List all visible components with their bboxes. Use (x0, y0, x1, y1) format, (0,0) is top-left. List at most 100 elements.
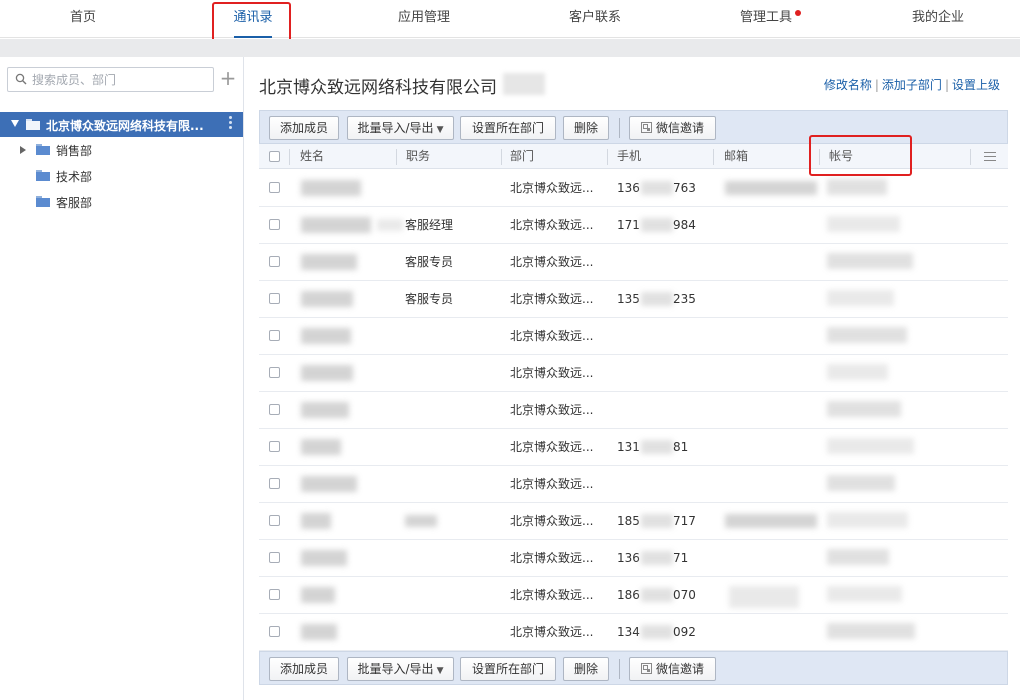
caret-down-icon[interactable] (11, 120, 19, 127)
redacted-name (301, 624, 337, 640)
redacted-name (301, 550, 347, 566)
nav-app-management-label: 应用管理 (397, 10, 450, 25)
row-checkbox[interactable] (269, 552, 280, 563)
row-checkbox[interactable] (269, 293, 280, 304)
set-department-label: 设置所在部门 (471, 121, 544, 135)
column-header-position[interactable]: 职务 (406, 144, 430, 169)
redacted-mobile (641, 218, 673, 232)
row-checkbox[interactable] (269, 478, 280, 489)
table-row[interactable]: 北京博众致远... 136 763 (259, 170, 1008, 207)
cell-mobile-suffix: 984 (673, 218, 696, 232)
import-export-button[interactable]: 批量导入/导出 ▼ (347, 657, 454, 681)
cell-department: 北京博众致远... (510, 292, 594, 306)
set-department-button[interactable]: 设置所在部门 (460, 116, 556, 140)
toolbar-bottom: 添加成员 批量导入/导出 ▼ 设置所在部门 删除 微信邀请 (259, 651, 1008, 685)
row-checkbox[interactable] (269, 626, 280, 637)
table-row[interactable]: 北京博众致远... 134 092 (259, 614, 1008, 651)
member-search-box[interactable] (7, 67, 214, 92)
table-row[interactable]: 客服专员 北京博众致远... (259, 244, 1008, 281)
column-header-department[interactable]: 部门 (510, 144, 534, 169)
rename-link[interactable]: 修改名称 (824, 78, 872, 92)
row-checkbox[interactable] (269, 367, 280, 378)
nav-home[interactable]: 首页 (48, 0, 118, 38)
tree-node-sales[interactable]: 销售部 (0, 138, 243, 162)
row-checkbox[interactable] (269, 515, 280, 526)
redacted-name (301, 476, 357, 492)
redacted-mobile (641, 292, 673, 306)
cell-position: 客服专员 (405, 255, 454, 269)
table-row[interactable]: 北京博众致远... (259, 318, 1008, 355)
cell-position (405, 429, 495, 466)
delete-button[interactable]: 删除 (563, 657, 609, 681)
column-divider (501, 149, 502, 165)
cell-department: 北京博众致远... (510, 218, 594, 232)
folder-icon (36, 196, 50, 207)
nav-app-management[interactable]: 应用管理 (384, 0, 464, 38)
nav-home-label: 首页 (69, 10, 96, 25)
table-row[interactable]: 北京博众致远... 185 717 (259, 503, 1008, 540)
qrcode-icon (640, 122, 652, 133)
more-vertical-icon[interactable] (229, 116, 233, 131)
row-checkbox[interactable] (269, 330, 280, 341)
redacted-name (301, 587, 335, 603)
column-settings-icon[interactable] (984, 152, 996, 162)
redacted-account (827, 290, 894, 306)
member-search-input[interactable] (32, 71, 210, 89)
add-subdept-link[interactable]: 添加子部门 (882, 78, 942, 92)
import-export-button[interactable]: 批量导入/导出 ▼ (347, 116, 454, 140)
row-checkbox[interactable] (269, 441, 280, 452)
row-checkbox[interactable] (269, 404, 280, 415)
wechat-invite-button[interactable]: 微信邀请 (629, 657, 716, 681)
tree-node-label: 客服部 (56, 196, 93, 210)
chevron-down-icon: ▼ (436, 666, 444, 676)
delete-label: 删除 (573, 121, 598, 135)
set-department-button[interactable]: 设置所在部门 (460, 657, 556, 681)
nav-management-tools-label: 管理工具 (739, 10, 792, 25)
column-header-mobile[interactable]: 手机 (617, 144, 641, 169)
redacted-account (827, 364, 888, 380)
tree-root-company[interactable]: 北京博众致远网络科技有限... (0, 112, 243, 137)
table-row[interactable]: 北京博众致远... 186 070 (259, 577, 1008, 614)
row-checkbox[interactable] (269, 182, 280, 193)
column-header-account[interactable]: 帐号 (829, 144, 853, 169)
import-export-label: 批量导入/导出 (357, 121, 434, 135)
row-checkbox[interactable] (269, 219, 280, 230)
add-member-button[interactable]: 添加成员 (269, 116, 339, 140)
nav-customer-contact[interactable]: 客户联系 (555, 0, 635, 38)
cell-mobile-prefix: 136 (617, 181, 640, 195)
folder-icon (26, 119, 40, 130)
cell-department: 北京博众致远... (510, 403, 594, 417)
delete-button[interactable]: 删除 (563, 116, 609, 140)
search-icon (15, 73, 27, 85)
wechat-invite-button[interactable]: 微信邀请 (629, 116, 716, 140)
column-divider (396, 149, 397, 165)
cell-department: 北京博众致远... (510, 329, 594, 343)
caret-right-icon[interactable] (20, 146, 26, 154)
nav-contacts[interactable]: 通讯录 (218, 0, 288, 38)
column-header-email[interactable]: 邮箱 (724, 144, 748, 169)
table-row[interactable]: 北京博众致远... (259, 466, 1008, 503)
nav-management-tools[interactable]: 管理工具 (726, 0, 806, 38)
table-row[interactable]: 客服经理 北京博众致远... 171 984 (259, 207, 1008, 244)
table-row[interactable]: 北京博众致远... 131 81 (259, 429, 1008, 466)
cell-mobile-prefix: 185 (617, 514, 640, 528)
row-checkbox[interactable] (269, 589, 280, 600)
tree-node-service[interactable]: 客服部 (0, 190, 243, 214)
table-row[interactable]: 北京博众致远... (259, 355, 1008, 392)
table-row[interactable]: 北京博众致远... (259, 392, 1008, 429)
table-row[interactable]: 客服专员 北京博众致远... 135 235 (259, 281, 1008, 318)
add-member-button[interactable]: 添加成员 (269, 657, 339, 681)
select-all-checkbox[interactable] (269, 151, 280, 162)
column-divider (607, 149, 608, 165)
row-checkbox[interactable] (269, 256, 280, 267)
nav-my-enterprise[interactable]: 我的企业 (898, 0, 978, 38)
add-icon[interactable]: + (219, 67, 237, 91)
tree-node-tech[interactable]: 技术部 (0, 164, 243, 188)
cell-position (405, 466, 495, 503)
set-parent-link[interactable]: 设置上级 (952, 78, 1000, 92)
redacted-account (827, 475, 895, 491)
redacted-mobile (641, 514, 673, 528)
column-header-name[interactable]: 姓名 (300, 144, 324, 169)
redacted-name (301, 328, 351, 344)
table-row[interactable]: 北京博众致远... 136 71 (259, 540, 1008, 577)
